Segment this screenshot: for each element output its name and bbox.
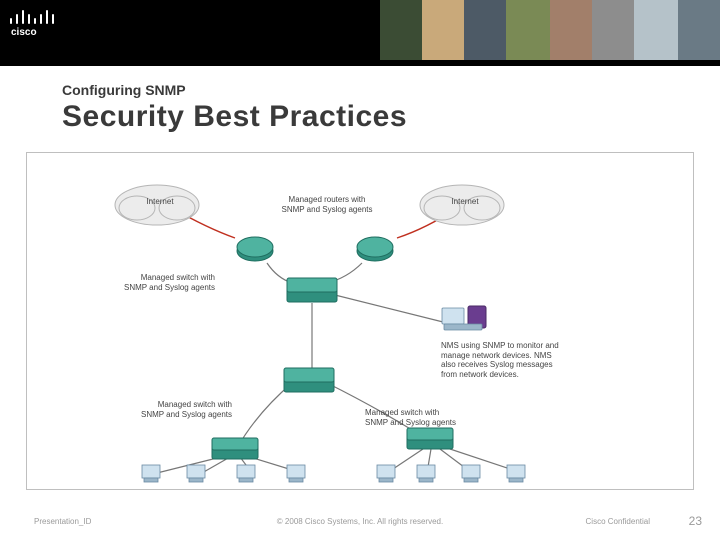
label-center-switch: Managed switch withSNMP and Syslog agent… [115, 273, 215, 292]
slide: cisco Configuring SNMP Security Best Pra… [0, 0, 720, 540]
confidential-text: Cisco Confidential [586, 517, 650, 526]
slide-number: 23 [689, 514, 702, 528]
photo-strip [380, 0, 720, 60]
cisco-logo-icon: cisco [8, 4, 58, 38]
label-cloud-left: Internet [135, 197, 185, 207]
label-cloud-right: Internet [440, 197, 490, 207]
network-diagram: Internet Internet Managed routers withSN… [26, 152, 694, 490]
cisco-wordmark: cisco [11, 27, 37, 38]
label-nms: NMS using SNMP to monitor andmanage netw… [441, 341, 591, 379]
label-managed-routers: Managed routers withSNMP and Syslog agen… [277, 195, 377, 214]
cisco-logo: cisco [8, 4, 58, 38]
top-bar: cisco [0, 0, 720, 66]
slide-subtitle: Configuring SNMP [62, 82, 186, 98]
label-bottom-right-switch: Managed switch withSNMP and Syslog agent… [365, 408, 465, 427]
slide-title: Security Best Practices [62, 100, 407, 134]
footer: Presentation_ID © 2008 Cisco Systems, In… [0, 500, 720, 540]
label-bottom-left-switch: Managed switch withSNMP and Syslog agent… [132, 400, 232, 419]
